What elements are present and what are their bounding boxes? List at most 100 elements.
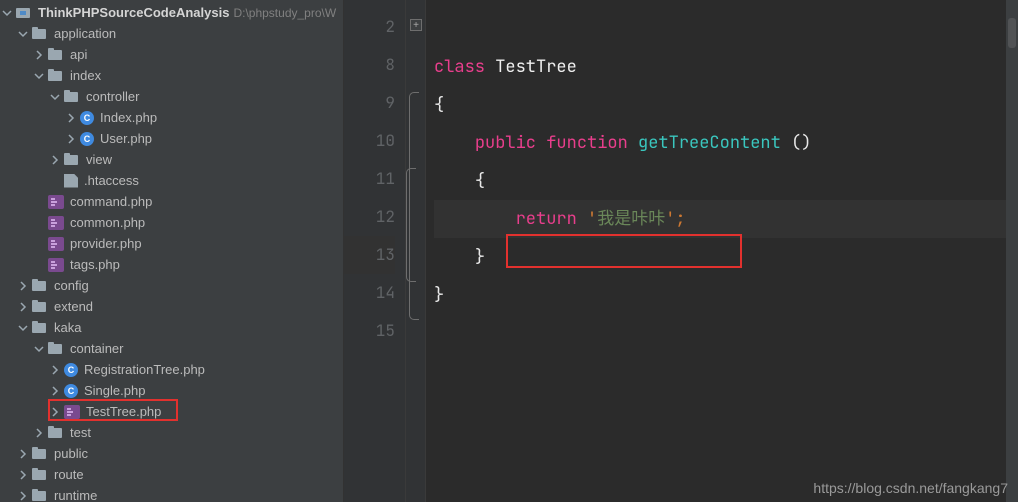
class-icon: [80, 132, 94, 146]
tree-item-command-php[interactable]: command.php: [0, 191, 343, 212]
tree-label: test: [70, 425, 91, 440]
watermark: https://blog.csdn.net/fangkang7: [813, 480, 1008, 496]
tree-item-api[interactable]: api: [0, 44, 343, 65]
tree-project-root[interactable]: ThinkPHPSourceCodeAnalysis D:\phpstudy_p…: [0, 2, 343, 23]
project-name: ThinkPHPSourceCodeAnalysis: [38, 5, 229, 20]
folder-icon: [48, 342, 64, 356]
folder-icon: [32, 279, 48, 293]
tree-item-route[interactable]: route: [0, 464, 343, 485]
tree-item-test[interactable]: test: [0, 422, 343, 443]
tree-item-common-php[interactable]: common.php: [0, 212, 343, 233]
chevron-right-icon[interactable]: [17, 448, 29, 460]
chevron-right-icon[interactable]: [49, 385, 61, 397]
folder-icon: [32, 321, 48, 335]
tree-item-registrationtree-php[interactable]: RegistrationTree.php: [0, 359, 343, 380]
tree-label: provider.php: [70, 236, 142, 251]
chevron-right-icon[interactable]: [33, 427, 45, 439]
tree-item-application[interactable]: application: [0, 23, 343, 44]
code-line: {: [434, 162, 1018, 200]
tree-item-htaccess[interactable]: .htaccess: [0, 170, 343, 191]
tree-label: api: [70, 47, 87, 62]
file-icon: [64, 174, 78, 188]
tree-label: RegistrationTree.php: [84, 362, 205, 377]
tree-item-user-php[interactable]: User.php: [0, 128, 343, 149]
chevron-right-icon[interactable]: [17, 301, 29, 313]
code-area[interactable]: <?php /** Created by PhpStorm. ...*/ cla…: [426, 0, 1018, 502]
tree-item-index[interactable]: index: [0, 65, 343, 86]
php-icon: [48, 258, 64, 272]
tree-item-runtime[interactable]: runtime: [0, 485, 343, 502]
folder-icon: [32, 300, 48, 314]
tree-label: extend: [54, 299, 93, 314]
folder-icon: [64, 153, 80, 167]
chevron-down-icon[interactable]: [33, 70, 45, 82]
tree-item-provider-php[interactable]: provider.php: [0, 233, 343, 254]
code-line: [434, 10, 1018, 48]
project-tree[interactable]: ThinkPHPSourceCodeAnalysis D:\phpstudy_p…: [0, 0, 344, 502]
tree-item-controller[interactable]: controller: [0, 86, 343, 107]
code-line: }: [434, 276, 1018, 314]
tree-item-public[interactable]: public: [0, 443, 343, 464]
chevron-down-icon[interactable]: [33, 343, 45, 355]
tree-item-tags-php[interactable]: tags.php: [0, 254, 343, 275]
chevron-down-icon[interactable]: [1, 7, 13, 19]
editor-scrollbar[interactable]: [1006, 0, 1018, 502]
php-icon: [48, 237, 64, 251]
tree-label: tags.php: [70, 257, 120, 272]
tree-label: User.php: [100, 131, 152, 146]
class-icon: [64, 363, 78, 377]
tree-item-testtree-php[interactable]: TestTree.php: [0, 401, 343, 422]
folder-icon: [48, 426, 64, 440]
tree-label: command.php: [70, 194, 152, 209]
fold-brace-icon: [406, 168, 416, 282]
tree-item-view[interactable]: view: [0, 149, 343, 170]
tree-item-config[interactable]: config: [0, 275, 343, 296]
chevron-down-icon[interactable]: [17, 28, 29, 40]
gutter-line: 10: [344, 122, 395, 160]
chevron-right-icon[interactable]: [17, 490, 29, 502]
tree-label: controller: [86, 89, 139, 104]
chevron-right-icon[interactable]: [49, 154, 61, 166]
code-editor[interactable]: 2 8 9 10 11 12 13 14 15 + <?php /** Crea…: [344, 0, 1018, 502]
code-line: /** Created by PhpStorm. ...*/: [434, 0, 1018, 10]
php-icon: [64, 405, 80, 419]
highlight-box-code: [506, 234, 742, 268]
tree-label: kaka: [54, 320, 81, 335]
tree-label: runtime: [54, 488, 97, 502]
tree-item-kaka[interactable]: kaka: [0, 317, 343, 338]
fold-plus-icon[interactable]: +: [410, 19, 422, 31]
chevron-right-icon[interactable]: [33, 49, 45, 61]
chevron-right-icon[interactable]: [49, 364, 61, 376]
gutter-line: 14: [344, 274, 395, 312]
tree-item-index-php[interactable]: Index.php: [0, 107, 343, 128]
module-icon: [16, 6, 32, 20]
chevron-down-icon[interactable]: [49, 91, 61, 103]
code-line-current: return '我是咔咔';: [434, 200, 1018, 238]
code-line: class TestTree: [434, 48, 1018, 86]
fold-column: +: [406, 0, 426, 502]
folder-icon: [32, 447, 48, 461]
tree-item-container[interactable]: container: [0, 338, 343, 359]
tree-label: TestTree.php: [86, 404, 161, 419]
chevron-down-icon[interactable]: [17, 322, 29, 334]
folder-icon: [32, 489, 48, 502]
folder-icon: [48, 69, 64, 83]
tree-item-extend[interactable]: extend: [0, 296, 343, 317]
chevron-right-icon[interactable]: [65, 133, 77, 145]
class-icon: [64, 384, 78, 398]
folder-icon: [64, 90, 80, 104]
gutter-line: 2: [344, 8, 395, 46]
code-line: {: [434, 86, 1018, 124]
tree-label: Single.php: [84, 383, 145, 398]
folder-icon: [48, 48, 64, 62]
php-icon: [48, 216, 64, 230]
gutter-line: 12: [344, 198, 395, 236]
chevron-right-icon[interactable]: [65, 112, 77, 124]
tree-item-single-php[interactable]: Single.php: [0, 380, 343, 401]
chevron-right-icon[interactable]: [17, 280, 29, 292]
gutter-line: 11: [344, 160, 395, 198]
chevron-right-icon[interactable]: [49, 406, 61, 418]
php-icon: [48, 195, 64, 209]
tree-label: application: [54, 26, 116, 41]
chevron-right-icon[interactable]: [17, 469, 29, 481]
